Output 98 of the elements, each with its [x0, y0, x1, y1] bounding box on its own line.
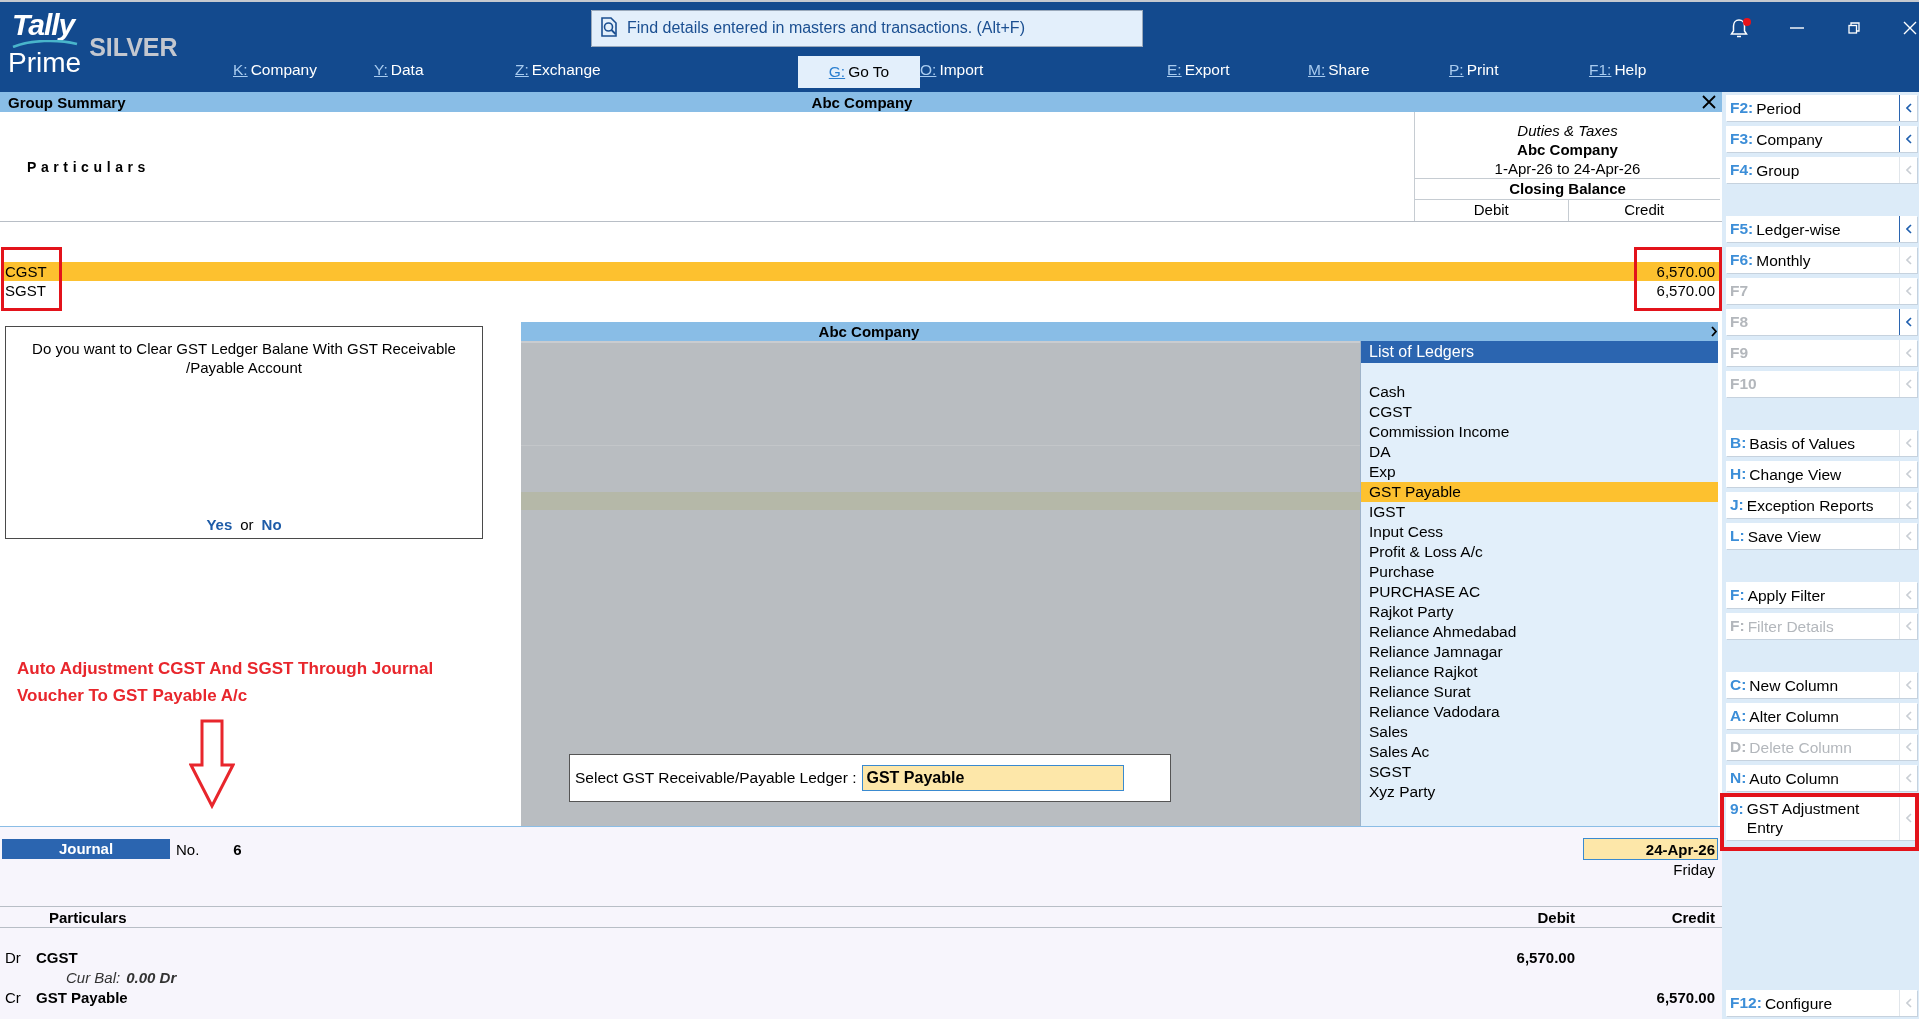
list-item[interactable]: PURCHASE AC: [1361, 582, 1718, 602]
amount: 6,570.00: [1515, 948, 1575, 966]
list-item[interactable]: Profit & Loss A/c: [1361, 542, 1718, 562]
sidebar-button[interactable]: N: Auto Column: [1726, 765, 1917, 791]
balance-value: 0.00 Dr: [126, 968, 177, 986]
list-item[interactable]: Reliance Jamnagar: [1361, 642, 1718, 662]
menu-button[interactable]: O: Import: [920, 61, 984, 79]
balance-label: Cur Bal:: [66, 968, 121, 986]
list-item[interactable]: CGST: [1361, 402, 1718, 422]
column-header: Debit: [1472, 200, 1510, 220]
list-item[interactable]: IGST: [1361, 502, 1718, 522]
panel-title: Abc Company: [817, 323, 921, 340]
column-header: Particulars: [27, 158, 150, 175]
yes-option[interactable]: Yes: [206, 515, 233, 534]
menu-button[interactable]: P: Print: [1449, 61, 1499, 79]
amount: 6,570.00: [1637, 262, 1719, 281]
restore-icon[interactable]: [1848, 22, 1860, 34]
column-header: Credit: [1670, 908, 1715, 926]
amount: 6,570.00: [1655, 281, 1716, 300]
list-item[interactable]: Purchase: [1361, 562, 1718, 582]
ledger-name: CGST: [4, 262, 59, 281]
ledger-name: SGST: [4, 281, 47, 300]
down-arrow-icon: [189, 719, 235, 809]
sidebar-button[interactable]: F5: Ledger-wise: [1726, 216, 1917, 242]
edition-label: SILVER: [89, 33, 178, 62]
chevron-left-icon[interactable]: [1905, 224, 1912, 234]
list-item[interactable]: Commission Income: [1361, 422, 1718, 442]
sidebar-button[interactable]: F3: Company: [1726, 126, 1917, 152]
search-field[interactable]: Find details entered in masters and transactions. (Alt+F): [627, 9, 1143, 47]
day-label: Friday: [1672, 860, 1716, 880]
logo-swoosh-icon: [12, 40, 78, 48]
sidebar-button[interactable]: F: Apply Filter: [1726, 582, 1917, 608]
chevron-left-icon[interactable]: [1905, 134, 1912, 144]
column-header: Particulars: [49, 908, 128, 926]
menu-button[interactable]: G: Go To: [798, 56, 920, 88]
column-header: Credit: [1567, 200, 1720, 221]
list-item[interactable]: Exp: [1361, 462, 1718, 482]
list-item[interactable]: Cash: [1361, 382, 1718, 402]
list-item[interactable]: Reliance Surat: [1361, 682, 1718, 702]
list-item[interactable]: Rajkot Party: [1361, 602, 1718, 622]
sidebar-button[interactable]: F6: Monthly: [1726, 247, 1917, 273]
sidebar-button[interactable]: F2: Period: [1726, 95, 1917, 121]
sidebar-button[interactable]: J: Exception Reports: [1726, 492, 1917, 518]
chevron-right-icon: [1711, 326, 1717, 337]
sidebar-button[interactable]: C: New Column: [1726, 672, 1917, 698]
list-item[interactable]: Xyz Party: [1361, 782, 1718, 802]
list-item[interactable]: Input Cess: [1361, 522, 1718, 542]
close-icon[interactable]: [1702, 95, 1716, 109]
prompt-label: Select GST Receivable/Payable Ledger :: [575, 769, 857, 787]
menu-button[interactable]: F1: Help: [1589, 61, 1647, 79]
list-item[interactable]: Reliance Vadodara: [1361, 702, 1718, 722]
menu-button[interactable]: Y: Data: [374, 61, 424, 79]
sidebar-button[interactable]: 9: GST Adjustment Entry: [1726, 796, 1917, 840]
bell-icon[interactable]: [1730, 18, 1748, 38]
entry-side: Dr: [5, 948, 22, 966]
sidebar-button[interactable]: H: Change View: [1726, 461, 1917, 487]
chevron-left-icon[interactable]: [1905, 103, 1912, 113]
sidebar-button[interactable]: F12: Configure: [1726, 990, 1917, 1016]
date-field[interactable]: 24-Apr-26: [1583, 838, 1718, 860]
company-name: Abc Company: [811, 93, 913, 111]
or-label: or: [240, 515, 254, 534]
menu-button[interactable]: Z: Exchange: [515, 61, 601, 79]
column-header: Debit: [1536, 908, 1575, 926]
sidebar-button[interactable]: L: Save View: [1726, 523, 1917, 549]
ledger-name: CGST: [36, 948, 79, 966]
search-icon: [591, 9, 627, 47]
voucher-type-label: Journal: [2, 839, 170, 859]
list-item[interactable]: GST Payable: [1361, 482, 1718, 502]
number-label: No.: [176, 840, 200, 858]
list-header: List of Ledgers: [1361, 341, 1718, 363]
minimize-icon[interactable]: [1790, 27, 1804, 29]
entry-side: Cr: [5, 988, 22, 1006]
dialog-message: Do you want to Clear GST Ledger Balane With GST Receivable /Payable Account: [31, 339, 457, 377]
column-header: Closing Balance: [1415, 178, 1720, 199]
list-item[interactable]: Sales: [1361, 722, 1718, 742]
list-item[interactable]: Reliance Ahmedabad: [1361, 622, 1718, 642]
ledger-name: GST Payable: [36, 988, 129, 1006]
list-item[interactable]: SGST: [1361, 762, 1718, 782]
report-title: Group Summary: [8, 93, 127, 111]
ledger-input-field[interactable]: GST Payable: [862, 765, 1125, 791]
voucher-number: 6: [233, 840, 242, 858]
menu-button[interactable]: E: Export: [1167, 61, 1230, 79]
sidebar-button[interactable]: B: Basis of Values: [1726, 430, 1917, 456]
list-item[interactable]: DA: [1361, 442, 1718, 462]
no-option[interactable]: No: [261, 515, 282, 534]
group-name: Duties & Taxes: [1516, 121, 1619, 140]
list-item[interactable]: Reliance Rajkot: [1361, 662, 1718, 682]
logo-brand-text: Tally: [11, 10, 75, 40]
menu-button[interactable]: K: Company: [233, 61, 317, 79]
menu-button[interactable]: M: Share: [1308, 61, 1370, 79]
amount: 6,570.00: [1655, 988, 1715, 1006]
logo-product-text: Prime: [8, 48, 82, 78]
company-name: Abc Company: [1516, 140, 1619, 159]
list-item[interactable]: Sales Ac: [1361, 742, 1718, 762]
sidebar-button[interactable]: F4: Group: [1726, 157, 1917, 183]
period-label: 1-Apr-26 to 24-Apr-26: [1493, 159, 1642, 178]
annotation-text: Auto Adjustment CGST And SGST Through Journal Voucher To GST Payable A/c: [17, 658, 435, 707]
sidebar-button[interactable]: A: Alter Column: [1726, 703, 1917, 729]
